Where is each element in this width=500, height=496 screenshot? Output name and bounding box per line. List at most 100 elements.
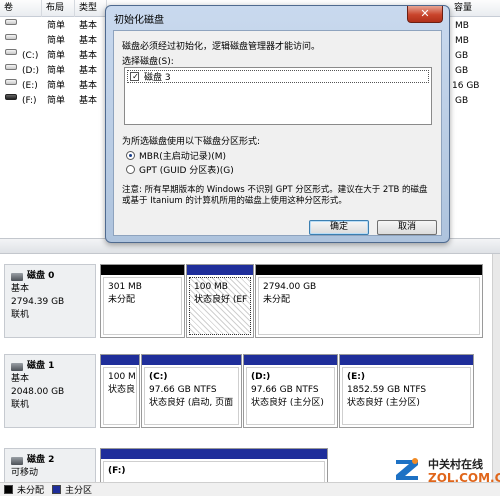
volume-name: (F:) (22, 96, 37, 106)
partition-e[interactable]: (E:) 1852.59 GB NTFS 状态良好 (主分区) (339, 354, 474, 428)
partition-status: 未分配 (263, 295, 291, 305)
partition-system[interactable]: 100 M 状态良 (100, 354, 140, 428)
partition-unallocated[interactable]: 2794.00 GB 未分配 (255, 264, 483, 338)
legend-unallocated-swatch (4, 485, 13, 494)
volume-capacity: MB (455, 36, 469, 46)
mbr-label: MBR(主启动记录)(M) (139, 152, 227, 162)
volume-capacity: 16 GB (452, 81, 480, 91)
volume-layout: 简单 (47, 21, 66, 31)
disk-checkbox[interactable] (130, 72, 140, 81)
partition-bar (340, 355, 473, 365)
partition-label: (D:) (251, 372, 271, 382)
gpt-label: GPT (GUID 分区表)(G) (139, 166, 234, 176)
partition-size: 97.66 GB NTFS (149, 385, 217, 395)
partition-status: 未分配 (108, 295, 136, 305)
partition-size: 2794.00 GB (263, 282, 317, 292)
drive-icon (5, 49, 17, 55)
disk-status: 联机 (11, 310, 30, 320)
volume-type: 基本 (79, 96, 98, 106)
volume-layout: 简单 (47, 66, 66, 76)
partition-c[interactable]: (C:) 97.66 GB NTFS 状态良好 (启动, 页面 (141, 354, 242, 428)
dialog-intro: 磁盘必须经过初始化，逻辑磁盘管理器才能访问。 (122, 42, 321, 52)
legend-primary-swatch (52, 485, 62, 494)
volume-type: 基本 (79, 81, 98, 91)
gpt-note: 注意: 所有早期版本的 Windows 不识别 GPT 分区形式。建议在大于 2… (122, 185, 428, 206)
mbr-option[interactable]: MBR(主启动记录)(M) (126, 149, 226, 162)
removable-drive-icon (5, 94, 17, 100)
column-header-volume[interactable]: 卷 (0, 0, 42, 17)
watermark-text-en: ZOL.COM.CN (428, 471, 500, 485)
partition-bar (142, 355, 241, 365)
close-button[interactable]: ✕ (407, 6, 443, 23)
zol-logo-icon (396, 458, 418, 480)
disk-map-scrollbar[interactable] (492, 254, 500, 482)
disk-icon (11, 272, 23, 281)
volume-name: (E:) (22, 81, 38, 91)
volume-capacity: GB (455, 51, 469, 61)
partition-size: 100 M (108, 372, 136, 382)
partition-bar (101, 449, 327, 459)
disk-map: 磁盘 0 基本 2794.39 GB 联机 301 MB 未分配 100 MB … (0, 254, 500, 482)
partition-f[interactable]: (F:) (100, 448, 328, 482)
drive-icon (5, 19, 17, 25)
volume-type: 基本 (79, 21, 98, 31)
zol-watermark: 中关村在线 ZOL.COM.CN (388, 452, 500, 490)
partition-size: 97.66 GB NTFS (251, 385, 319, 395)
partition-status: 状态良好 (主分区) (347, 398, 420, 408)
legend-primary-label: 主分区 (65, 486, 93, 496)
disk-type: 基本 (11, 374, 30, 384)
mbr-radio[interactable] (126, 151, 135, 160)
disk-row-1: 磁盘 1 基本 2048.00 GB 联机 100 M 状态良 (C:) 97.… (4, 354, 492, 428)
partition-bar (244, 355, 337, 365)
disk-1-label[interactable]: 磁盘 1 基本 2048.00 GB 联机 (4, 354, 96, 428)
column-header-type[interactable]: 类型 (75, 0, 107, 17)
partition-bar (101, 355, 139, 365)
volume-type: 基本 (79, 66, 98, 76)
partition-status: 状态良 (108, 385, 136, 395)
partition-efi[interactable]: 100 MB 状态良好 (EF (186, 264, 254, 338)
dialog-title: 初始化磁盘 (114, 15, 164, 26)
legend-unallocated-label: 未分配 (17, 486, 45, 496)
disk-name: 磁盘 0 (27, 271, 55, 281)
partition-unallocated[interactable]: 301 MB 未分配 (100, 264, 185, 338)
disk-0-label[interactable]: 磁盘 0 基本 2794.39 GB 联机 (4, 264, 96, 338)
drive-icon (5, 64, 17, 70)
partition-bar (101, 265, 184, 275)
select-disk-label: 选择磁盘(S): (122, 57, 174, 67)
disk-row-0: 磁盘 0 基本 2794.39 GB 联机 301 MB 未分配 100 MB … (4, 264, 492, 338)
cancel-button[interactable]: 取消 (377, 220, 437, 235)
drive-icon (5, 34, 17, 40)
disk-item-label: 磁盘 3 (144, 73, 171, 83)
volume-capacity: GB (455, 96, 469, 106)
partition-style-label: 为所选磁盘使用以下磁盘分区形式: (122, 137, 261, 147)
volume-name: (C:) (22, 51, 39, 61)
partition-size: 301 MB (108, 282, 142, 292)
partition-status: 状态良好 (EF (194, 295, 248, 305)
volume-capacity: GB (455, 66, 469, 76)
disk-type: 可移动 (11, 468, 39, 478)
disk-list-item[interactable]: 磁盘 3 (127, 70, 429, 83)
gpt-option[interactable]: GPT (GUID 分区表)(G) (126, 163, 234, 176)
column-header-capacity[interactable]: 容量 (450, 0, 500, 17)
volume-type: 基本 (79, 36, 98, 46)
drive-icon (5, 79, 17, 85)
initialize-disk-dialog: 初始化磁盘 ✕ 磁盘必须经过初始化，逻辑磁盘管理器才能访问。 选择磁盘(S): … (105, 5, 450, 243)
partition-status: 状态良好 (启动, 页面 (149, 398, 234, 408)
partition-size: 100 MB (194, 282, 228, 292)
disk-status: 联机 (11, 400, 30, 410)
disk-name: 磁盘 1 (27, 361, 55, 371)
disk-listbox[interactable]: 磁盘 3 (124, 67, 432, 125)
volume-capacity: MB (455, 21, 469, 31)
column-header-layout[interactable]: 布局 (42, 0, 75, 17)
volume-layout: 简单 (47, 96, 66, 106)
ok-button[interactable]: 确定 (309, 220, 369, 235)
volume-type: 基本 (79, 51, 98, 61)
partition-d[interactable]: (D:) 97.66 GB NTFS 状态良好 (主分区) (243, 354, 338, 428)
disk-type: 基本 (11, 284, 30, 294)
disk-icon (11, 362, 23, 371)
gpt-radio[interactable] (126, 165, 135, 174)
dialog-body: 磁盘必须经过初始化，逻辑磁盘管理器才能访问。 选择磁盘(S): 磁盘 3 为所选… (113, 30, 442, 236)
removable-disk-icon (11, 456, 23, 465)
disk-2-label[interactable]: 磁盘 2 可移动 (4, 448, 96, 482)
partition-label: (C:) (149, 372, 168, 382)
